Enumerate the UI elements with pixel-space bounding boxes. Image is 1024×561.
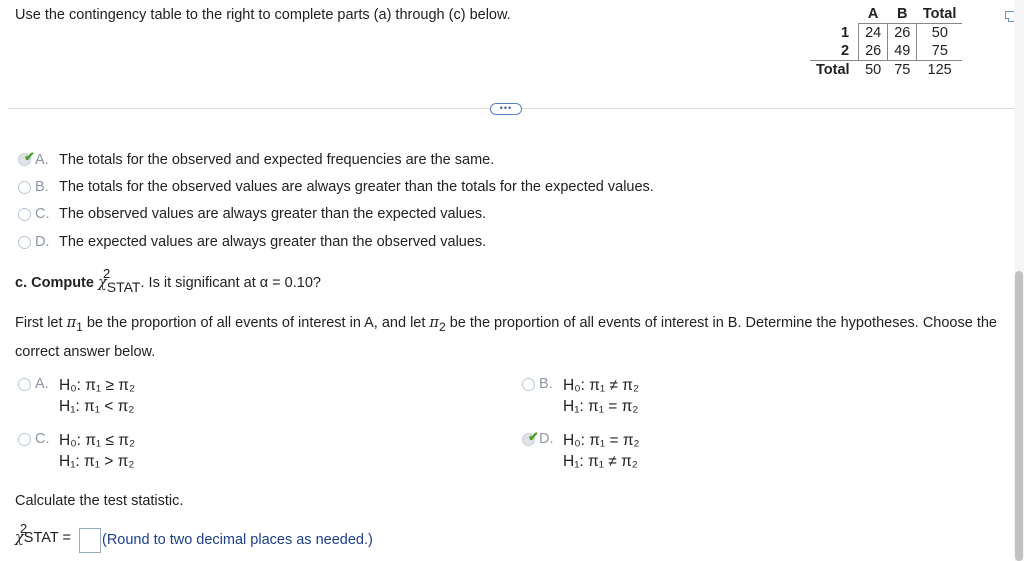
table-cell: 26 (887, 23, 917, 42)
hypothesis-text: H₀: π₁ ≥ π₂ H₁: π₁ < π₂ (59, 375, 135, 417)
table-row: 2 26 49 75 (810, 42, 963, 61)
equals-sign: = (62, 530, 71, 546)
radio-b[interactable] (18, 181, 31, 194)
alt-hypothesis: H₁: π₁ < π₂ (59, 398, 135, 415)
row-label: Total (810, 60, 859, 79)
table-cell: 125 (916, 60, 963, 79)
alt-hypothesis: H₁: π₁ ≠ π₂ (563, 453, 638, 470)
instructions-text: Use the contingency table to the right t… (15, 7, 511, 23)
option-letter: B. (35, 179, 49, 195)
row-label: 2 (840, 43, 850, 59)
chi-square-symbol: χ2 (15, 521, 28, 546)
table-row: Total 50 75 125 (810, 60, 963, 79)
table-corner (810, 5, 859, 24)
option-letter: C. (35, 206, 50, 222)
table-cell: 50 (858, 60, 888, 79)
hypothesis-text: H₀: π₁ ≤ π₂ H₁: π₁ > π₂ (59, 430, 135, 472)
chi-square-symbol: χ2 (97, 266, 111, 291)
table-cell: 75 (916, 42, 963, 61)
rounding-note: (Round to two decimal places as needed.) (102, 532, 373, 548)
option-text: The observed values are always greater t… (59, 206, 487, 222)
option-text: The totals for the observed and expected… (59, 152, 495, 168)
row-label: 1 (840, 24, 850, 41)
table-cell: 26 (858, 42, 888, 61)
part-c-label: c. Compute (15, 275, 94, 291)
option-letter: B. (539, 376, 553, 392)
radio-hyp-c[interactable] (18, 433, 31, 446)
option-letter: D. (539, 431, 554, 447)
stat-subscript: STAT (23, 530, 59, 546)
col-header-total: Total (922, 6, 957, 22)
table-cell: 75 (887, 60, 917, 79)
option-text: The expected values are always greater t… (59, 234, 487, 250)
radio-hyp-a[interactable] (18, 378, 31, 391)
contingency-table: A B Total 1 24 26 50 2 26 49 75 Total 50… (810, 5, 963, 79)
alt-hypothesis: H₁: π₁ = π₂ (563, 398, 639, 415)
expand-button[interactable]: ••• (490, 103, 522, 115)
option-letter: A. (35, 376, 49, 392)
option-text: The totals for the observed values are a… (59, 179, 654, 195)
checkmark-icon: ✔ (528, 429, 539, 444)
col-header-a: A (867, 6, 879, 22)
radio-hyp-b[interactable] (522, 378, 535, 391)
hypothesis-prompt: First let π1 be the proportion of all ev… (15, 315, 997, 360)
alt-hypothesis: H₁: π₁ > π₂ (59, 453, 135, 470)
null-hypothesis: H₀: π₁ = π₂ (563, 432, 640, 449)
table-cell: 49 (887, 42, 917, 61)
table-row: 1 24 26 50 (810, 23, 963, 42)
table-cell: 24 (858, 23, 888, 42)
table-cell: 50 (916, 23, 963, 42)
radio-c[interactable] (18, 208, 31, 221)
null-hypothesis: H₀: π₁ ≤ π₂ (59, 432, 135, 449)
part-c-heading: c. Compute χ 2 STAT. Is it significant at … (15, 266, 321, 295)
option-letter: C. (35, 431, 50, 447)
null-hypothesis: H₀: π₁ ≥ π₂ (59, 377, 135, 394)
calculate-prompt: Calculate the test statistic. (15, 493, 184, 509)
scrollbar-thumb[interactable] (1015, 271, 1023, 561)
stat-label: χ 2 STAT = (15, 521, 71, 546)
option-letter: A. (35, 152, 49, 168)
radio-d[interactable] (18, 236, 31, 249)
chi-square-answer-input[interactable] (79, 528, 101, 553)
option-letter: D. (35, 234, 50, 250)
col-header-b: B (897, 6, 908, 22)
part-c-question: . Is it significant at α = 0.10? (140, 275, 321, 291)
hypothesis-text: H₀: π₁ = π₂ H₁: π₁ ≠ π₂ (563, 430, 640, 472)
checkmark-icon: ✔ (24, 149, 35, 164)
hypothesis-text: H₀: π₁ ≠ π₂ H₁: π₁ = π₂ (563, 375, 639, 417)
null-hypothesis: H₀: π₁ ≠ π₂ (563, 377, 639, 394)
stat-subscript: STAT (106, 279, 141, 295)
